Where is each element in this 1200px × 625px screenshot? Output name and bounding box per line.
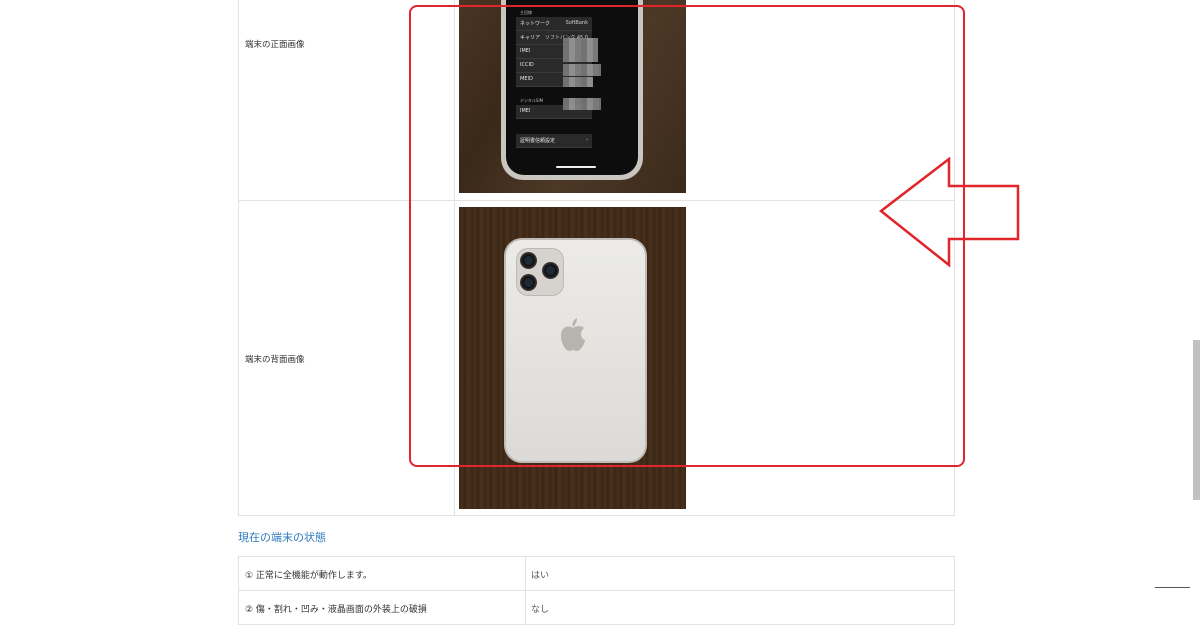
corner-line [1155,587,1190,588]
status-row-label: ① 正常に全機能が動作します。 [245,571,373,581]
annotation-arrow-icon [878,157,1020,268]
section-title: 現在の端末の状態 [238,531,326,544]
back-image-label: 端末の背面画像 [245,355,305,365]
scrollbar-thumb[interactable] [1193,340,1200,500]
status-row: ① 正常に全機能が動作します。 はい [238,556,955,591]
column-divider [525,557,526,590]
status-row-value: なし [531,605,550,615]
front-image-label: 端末の正面画像 [245,40,305,50]
status-row-label: ② 傷・割れ・凹み・液晶画面の外装上の破損 [245,605,427,615]
status-row-value: はい [531,571,550,581]
